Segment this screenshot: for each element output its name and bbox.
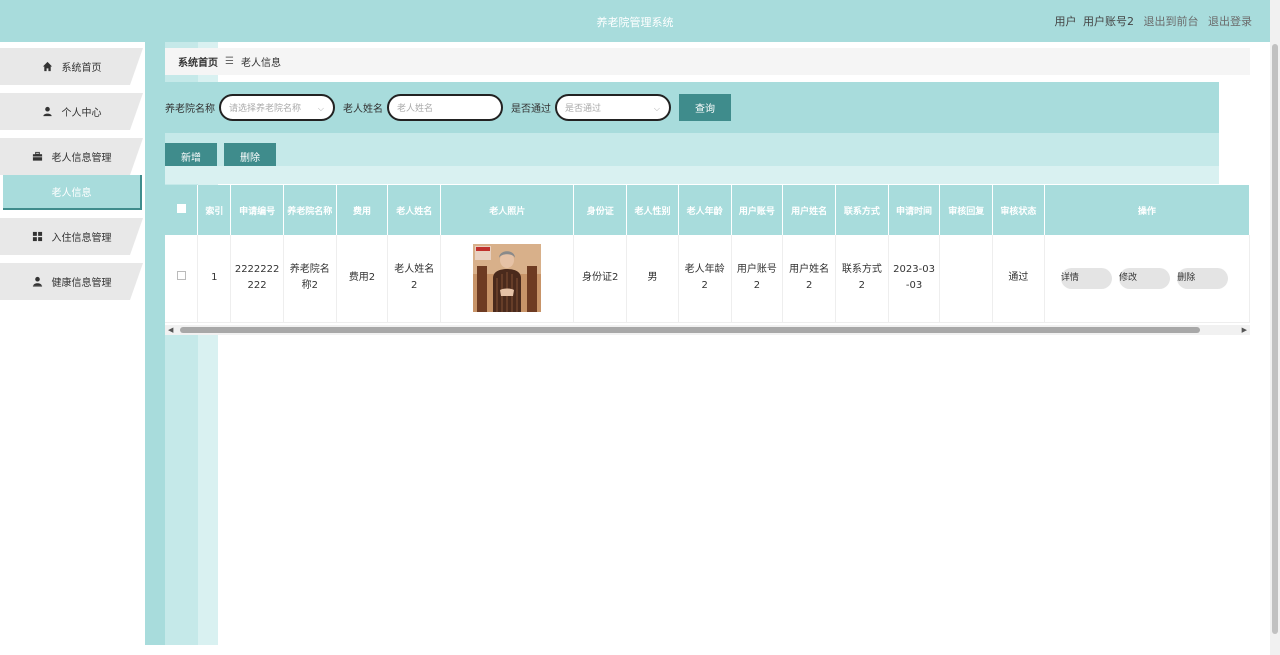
column-header: 审核回复: [939, 185, 994, 235]
grid-icon: [32, 231, 44, 243]
sidebar: 系统首页 个人中心 老人信息管理 老人信息 入住信息管理 健康信息管理: [0, 42, 145, 655]
column-header: 费用: [336, 185, 389, 235]
header-user-area: 用户 用户账号2 退出到前台 退出登录: [1049, 13, 1253, 29]
column-header: 操作: [1044, 185, 1250, 235]
cell-elder-name: 老人姓名2: [387, 235, 442, 323]
sidebar-item-health-management[interactable]: 健康信息管理: [0, 263, 143, 300]
sidebar-item-label: 个人中心: [61, 108, 102, 119]
column-header: 申请编号: [230, 185, 284, 235]
breadcrumb-separator-icon: ☰: [225, 56, 234, 67]
sidebar-item-label: 老人信息管理: [51, 153, 112, 164]
cell-elder-photo: [440, 235, 575, 323]
chevron-down-icon: ⌵: [653, 104, 660, 113]
logout-link[interactable]: 退出登录: [1208, 15, 1252, 28]
user-icon: [42, 106, 54, 118]
select-all-checkbox-cell[interactable]: [165, 185, 199, 235]
cell-user-name: 用户姓名2: [782, 235, 836, 323]
cell-apply-time: 2023-03-03: [888, 235, 941, 323]
top-header: 养老院管理系统 用户 用户账号2 退出到前台 退出登录: [0, 0, 1270, 42]
cell-fee: 费用2: [336, 235, 389, 323]
nursing-home-label: 养老院名称: [165, 104, 215, 115]
back-to-front-link[interactable]: 退出到前台: [1144, 15, 1199, 28]
cell-nursing-home: 养老院名称2: [283, 235, 337, 323]
column-header: 用户姓名: [782, 185, 836, 235]
approved-label: 是否通过: [511, 104, 551, 115]
cell-review-reply: [939, 235, 994, 323]
column-header: 老人性别: [626, 185, 679, 235]
cell-age: 老人年龄2: [678, 235, 732, 323]
column-header: 申请时间: [888, 185, 941, 235]
approved-select[interactable]: 是否通过 ⌵: [555, 94, 671, 121]
action-bar: 新增 删除: [165, 133, 1219, 170]
vertical-scrollbar-thumb[interactable]: [1272, 44, 1278, 634]
elder-photo: [473, 244, 542, 313]
nursing-home-select[interactable]: 请选择养老院名称 ⌵: [219, 94, 335, 121]
column-header: 索引: [197, 185, 232, 235]
chevron-down-icon: ⌵: [317, 104, 324, 113]
data-table: 索引 申请编号 养老院名称 费用 老人姓名 老人照片 身份证 老人性别 老人年龄…: [165, 185, 1250, 323]
breadcrumb-home[interactable]: 系统首页: [178, 54, 218, 69]
home-icon: [42, 61, 54, 73]
cell-gender: 男: [626, 235, 679, 323]
user-role: 用户: [1054, 15, 1077, 28]
user-account: 用户账号2: [1083, 15, 1134, 28]
sidebar-item-personal[interactable]: 个人中心: [0, 93, 143, 130]
cell-review-status: 通过: [992, 235, 1045, 323]
select-all-checkbox[interactable]: [176, 204, 186, 213]
elder-info-table: 索引 申请编号 养老院名称 费用 老人姓名 老人照片 身份证 老人性别 老人年龄…: [165, 185, 1250, 335]
sidebar-item-elder-management[interactable]: 老人信息管理: [0, 138, 143, 175]
horizontal-scrollbar[interactable]: ◀ ▶: [165, 325, 1250, 335]
user-icon: [32, 276, 44, 288]
sidebar-item-checkin-management[interactable]: 入住信息管理: [0, 218, 143, 255]
sidebar-subitem-elder-info[interactable]: 老人信息: [3, 175, 142, 210]
table-header-row: 索引 申请编号 养老院名称 费用 老人姓名 老人照片 身份证 老人性别 老人年龄…: [165, 185, 1250, 235]
action-bar-spacer: [165, 166, 1219, 184]
column-header: 老人姓名: [387, 185, 442, 235]
main-content: 系统首页 ☰ 老人信息 养老院名称 请选择养老院名称 ⌵ 老人姓名 老人姓名 是…: [145, 42, 1270, 655]
scroll-left-icon[interactable]: ◀: [168, 326, 173, 334]
column-header: 用户账号: [731, 185, 784, 235]
row-checkbox-cell[interactable]: [165, 235, 199, 323]
cell-user-account: 用户账号2: [731, 235, 784, 323]
briefcase-icon: [32, 151, 44, 163]
column-header: 老人照片: [440, 185, 575, 235]
edit-button[interactable]: 修改: [1119, 267, 1170, 289]
scroll-right-icon[interactable]: ▶: [1242, 326, 1247, 334]
detail-button[interactable]: 详情: [1060, 267, 1112, 289]
breadcrumb-current: 老人信息: [240, 58, 281, 69]
sidebar-item-label: 系统首页: [61, 63, 102, 74]
column-header: 联系方式: [835, 185, 889, 235]
vertical-scrollbar[interactable]: [1270, 0, 1280, 655]
scrollbar-thumb[interactable]: [180, 327, 1200, 333]
row-delete-button[interactable]: 删除: [1177, 267, 1229, 289]
elder-name-placeholder: 老人姓名: [397, 104, 434, 114]
row-checkbox[interactable]: [176, 271, 186, 281]
cell-apply-no: 2222222222: [230, 235, 284, 323]
column-header: 审核状态: [992, 185, 1045, 235]
elder-name-input[interactable]: 老人姓名: [387, 94, 503, 121]
cell-index: 1: [197, 235, 232, 323]
search-bar: 养老院名称 请选择养老院名称 ⌵ 老人姓名 老人姓名 是否通过 是否通过 ⌵ 查…: [165, 82, 1219, 133]
query-button[interactable]: 查询: [679, 94, 731, 121]
cell-id-card: 身份证2: [573, 235, 628, 323]
table-row: 1 2222222222 养老院名称2 费用2 老人姓名2 身份证2 男 老人年…: [165, 235, 1250, 323]
approved-placeholder: 是否通过: [565, 104, 602, 114]
sidebar-item-label: 入住信息管理: [51, 233, 112, 244]
column-header: 身份证: [573, 185, 628, 235]
column-header: 养老院名称: [283, 185, 337, 235]
cell-operations: 详情 修改 删除: [1044, 235, 1250, 323]
decor-strip: [145, 42, 165, 645]
cell-contact: 联系方式2: [835, 235, 889, 323]
column-header: 老人年龄: [678, 185, 732, 235]
nursing-home-placeholder: 请选择养老院名称: [229, 104, 302, 114]
elder-name-label: 老人姓名: [343, 104, 383, 115]
sidebar-item-label: 健康信息管理: [51, 278, 112, 289]
sidebar-item-home[interactable]: 系统首页: [0, 48, 143, 85]
sidebar-item-label: 老人信息: [51, 188, 92, 199]
breadcrumb: 系统首页 ☰ 老人信息: [165, 48, 1250, 75]
